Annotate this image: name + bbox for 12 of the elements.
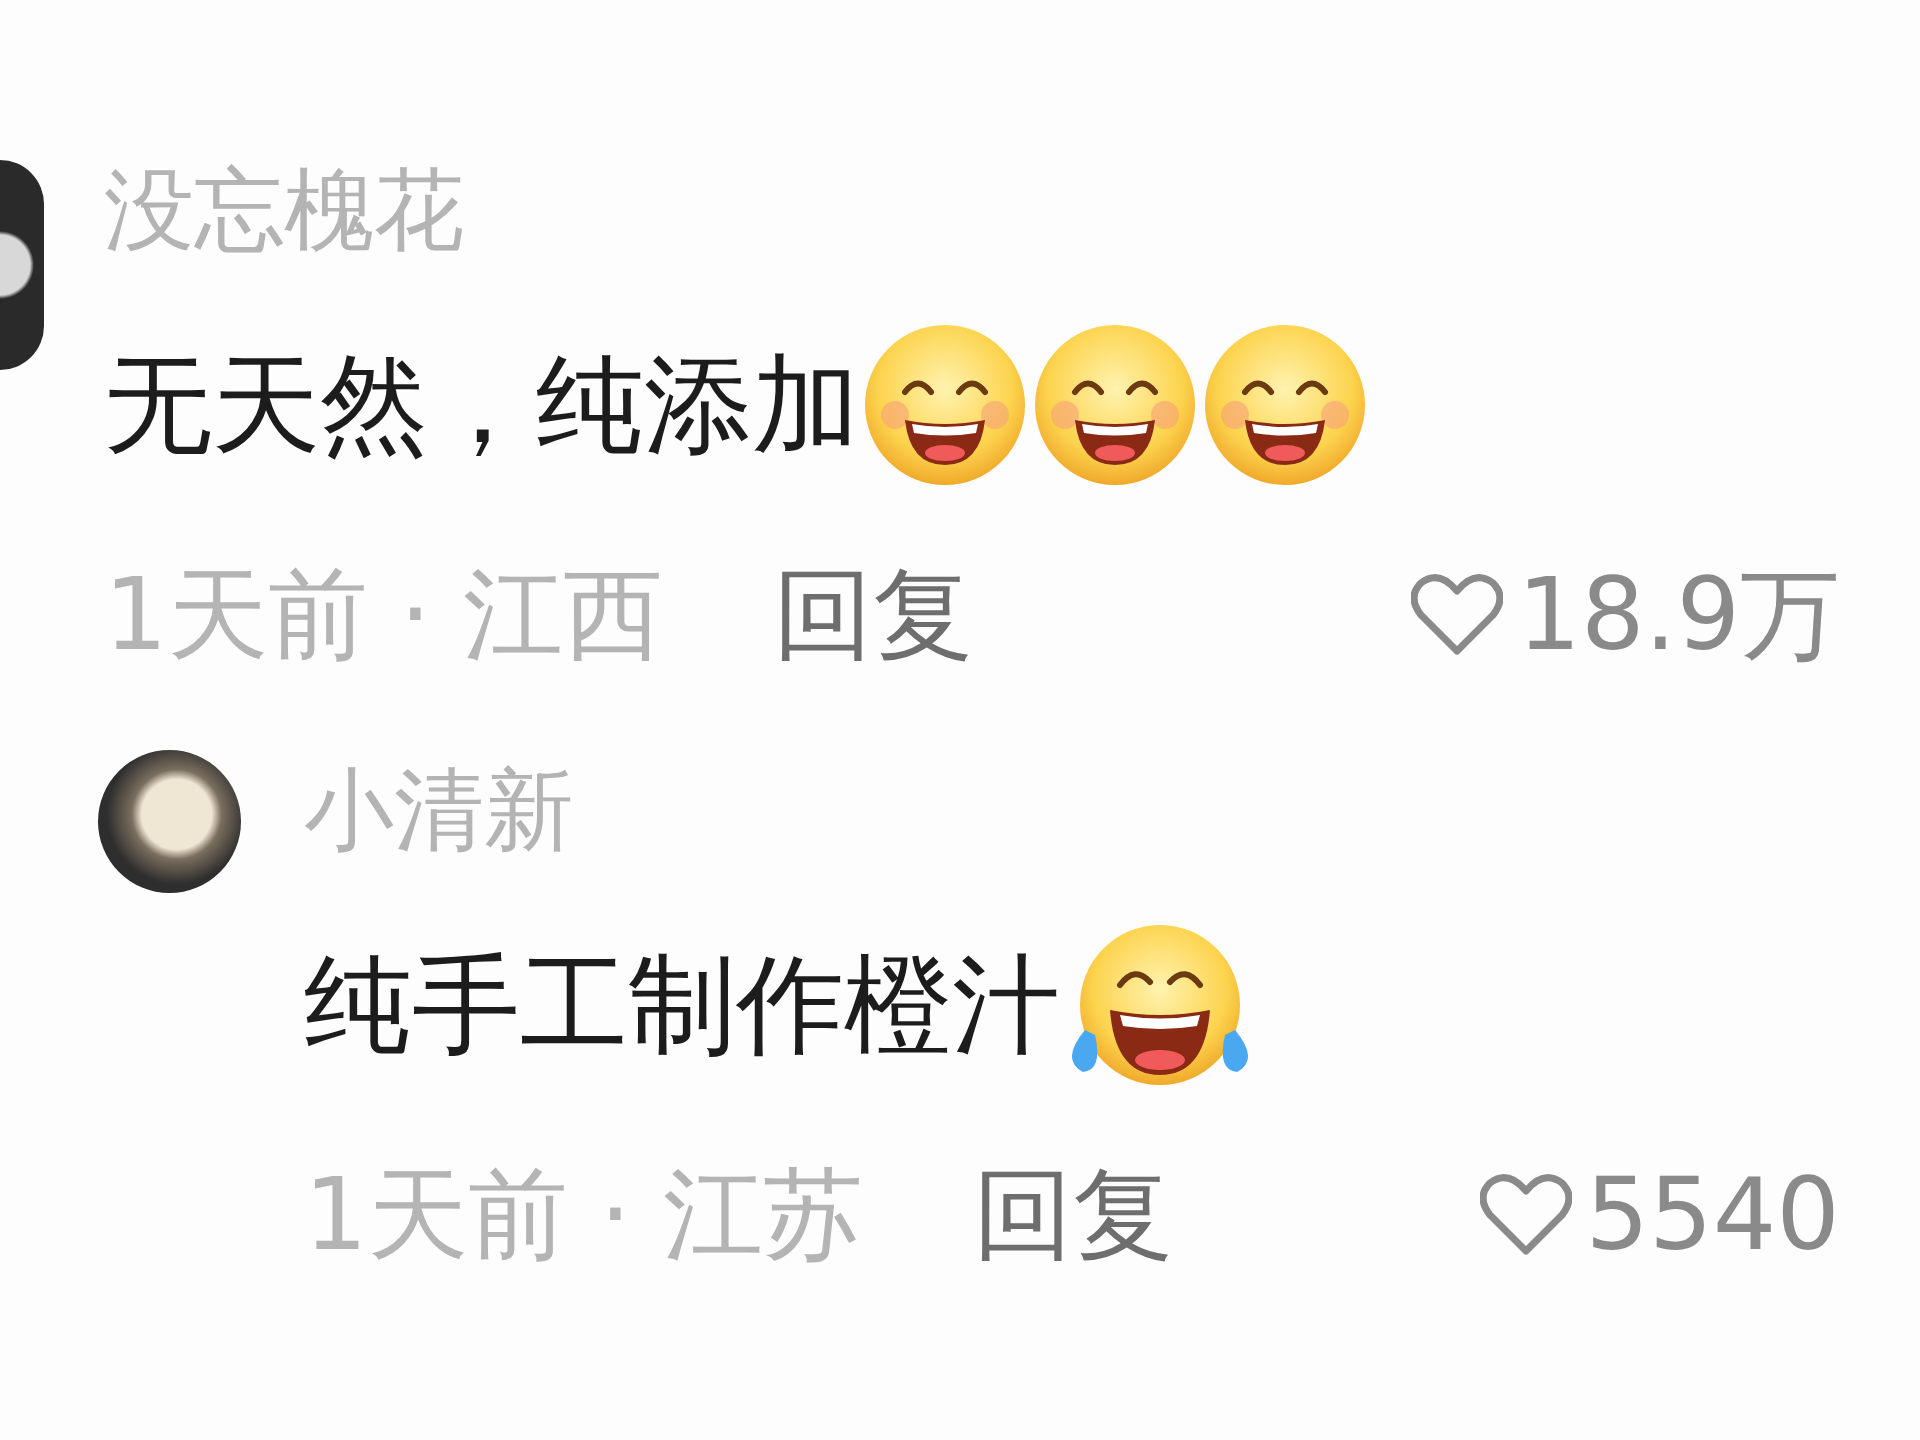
username: 小清新	[304, 756, 575, 864]
heart-icon	[1479, 1173, 1572, 1257]
heart-icon	[1411, 573, 1504, 657]
username: 没忘槐花	[104, 156, 465, 264]
like-button[interactable]: 5540	[1479, 1150, 1840, 1280]
time-location: 1天前 · 江西	[104, 555, 663, 675]
comment-text: 无天然，纯添加	[104, 341, 860, 469]
time-location: 1天前 · 江苏	[304, 1155, 863, 1275]
like-button[interactable]: 18.9万	[1411, 550, 1840, 680]
reply-button[interactable]: 回复	[773, 550, 973, 680]
comment-text: 纯手工制作橙汁	[304, 941, 1060, 1069]
reply-button[interactable]: 回复	[973, 1150, 1173, 1280]
